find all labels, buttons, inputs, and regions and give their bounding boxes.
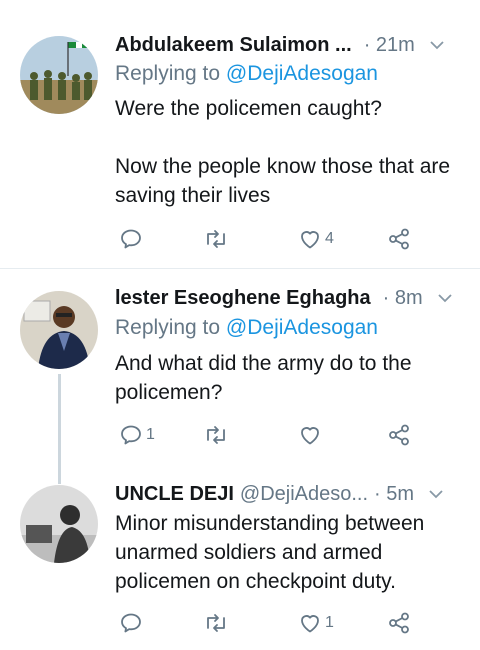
reply-button[interactable]: 1 [119,423,155,447]
share-button[interactable] [387,423,411,447]
author-name[interactable]: UNCLE DEJI [115,483,234,506]
action-bar: 1 [115,423,415,449]
reply-icon [121,425,141,445]
replying-to-link[interactable]: @DejiAdesogan [226,62,378,85]
replying-to: Replying to @DejiAdesogan [115,316,378,340]
chevron-down-icon[interactable] [429,37,445,53]
like-button[interactable]: 4 [298,227,334,251]
author-name[interactable]: lester Eseoghene Eghagha [115,287,371,310]
share-button[interactable] [387,611,411,635]
retweet-icon [207,614,225,632]
tweet-text: And what did the army do to the policeme… [115,349,460,407]
avatar[interactable] [20,485,98,563]
avatar[interactable] [20,36,98,114]
avatar[interactable] [20,291,98,369]
action-bar: 4 [115,227,415,253]
share-icon [389,424,409,446]
like-button[interactable]: 1 [298,611,334,635]
tweet-header: Abdulakeem Sulaimon ... · 21m [115,30,466,60]
retweet-icon [207,426,225,444]
action-bar: 1 [115,611,415,637]
tweet-text-line: And what did the army do to the policeme… [115,352,412,404]
tweet-header: UNCLE DEJI @DejiAdeso... · 5m [115,479,466,509]
share-icon [389,228,409,250]
heart-icon [301,615,319,633]
timestamp[interactable]: · 5m [374,483,414,506]
tweet-text: Were the policemen caught? Now the peopl… [115,94,460,210]
replying-prefix: Replying to [115,316,221,339]
tweet-text-line: Now the people know those that are savin… [115,155,451,207]
replying-to-link[interactable]: @DejiAdesogan [226,316,378,339]
reply-button[interactable] [119,227,146,251]
reply-icon [121,613,141,633]
tweet-text-line: Were the policemen caught? [115,97,382,120]
like-button[interactable] [298,423,325,447]
retweet-button[interactable] [203,423,232,447]
heart-icon [301,427,319,445]
like-count: 4 [325,230,334,247]
share-icon [389,612,409,634]
like-count: 1 [325,614,334,631]
retweet-button[interactable] [203,227,232,251]
tweet-header: lester Eseoghene Eghagha · 8m [115,283,466,313]
retweet-icon [207,230,225,248]
timestamp[interactable]: · 8m [383,287,423,310]
replying-prefix: Replying to [115,62,221,85]
author-name[interactable]: Abdulakeem Sulaimon ... [115,34,352,57]
reply-count: 1 [146,426,155,443]
tweet-3[interactable]: UNCLE DEJI @DejiAdeso... · 5m Minor misu… [0,469,480,650]
heart-icon [301,231,319,249]
chevron-down-icon[interactable] [437,290,453,306]
chevron-down-icon[interactable] [428,486,444,502]
replying-to: Replying to @DejiAdesogan [115,62,378,86]
timestamp[interactable]: · 21m [364,34,415,57]
reply-button[interactable] [119,611,146,635]
tweet-text: Minor misunderstanding between unarmed s… [115,509,460,596]
reply-icon [121,229,141,249]
share-button[interactable] [387,227,411,251]
tweet-1[interactable]: Abdulakeem Sulaimon ... · 21m Replying t… [0,0,480,268]
author-handle[interactable]: @DejiAdeso... [240,483,368,506]
tweet-2[interactable]: lester Eseoghene Eghagha · 8m Replying t… [0,269,480,469]
tweet-text-line: Minor misunderstanding between unarmed s… [115,512,425,593]
retweet-button[interactable] [203,611,232,635]
